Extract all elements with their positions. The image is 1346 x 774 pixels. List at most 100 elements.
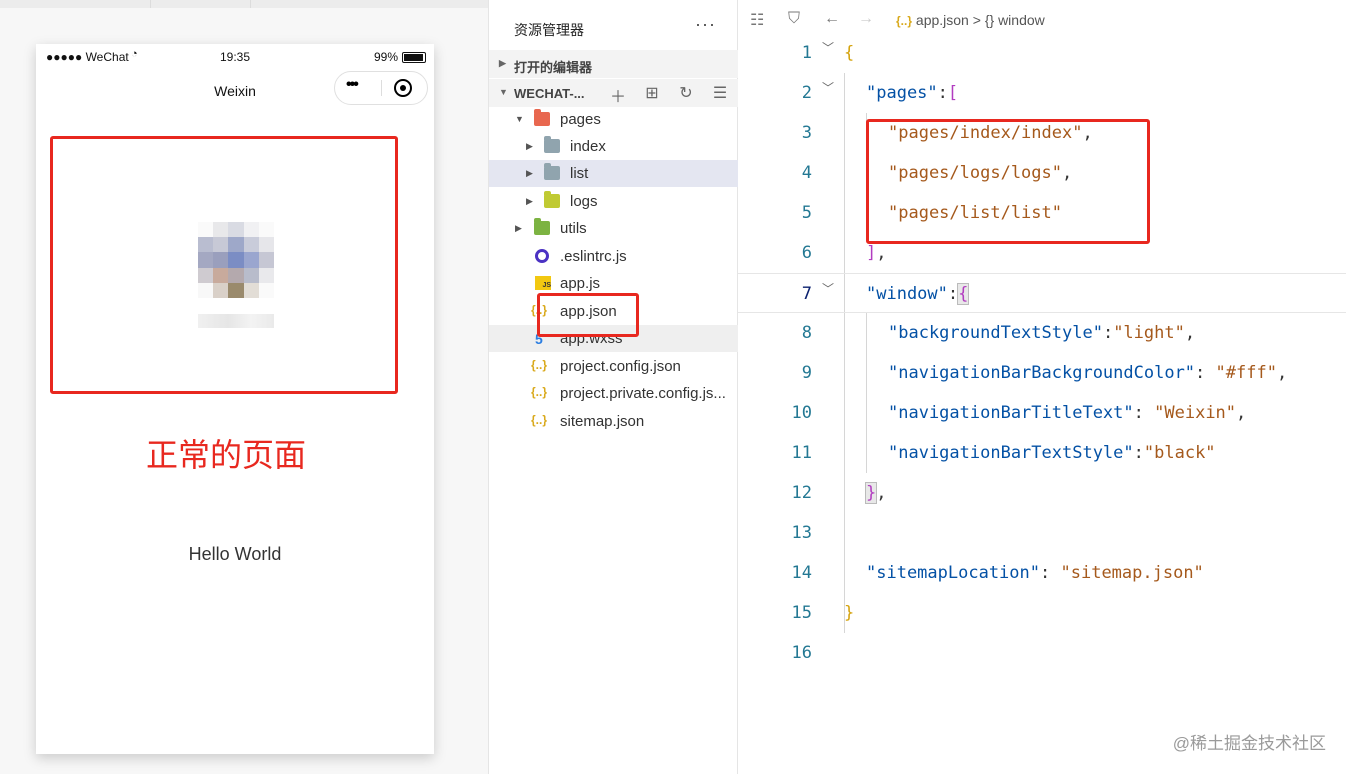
line-number: 16 (791, 643, 812, 663)
list-icon[interactable]: ☷ (750, 10, 764, 30)
code-line[interactable]: 13 (738, 513, 1346, 553)
line-number: 10 (791, 403, 812, 423)
annotation-box-pages (866, 119, 1150, 244)
avatar[interactable] (198, 222, 274, 298)
code-token: } (864, 482, 878, 504)
line-number: 5 (801, 203, 812, 223)
code-line[interactable]: 2 ﹀ "pages":[ (738, 73, 1346, 113)
breadcrumb-file[interactable]: app.json (916, 12, 969, 28)
json-value: "#fff" (1215, 363, 1277, 383)
code-line[interactable]: 8 "backgroundTextStyle":"light", (738, 313, 1346, 353)
chevron-right-icon: ▶ (515, 223, 522, 233)
tree-item-utils[interactable]: ▶ utils (489, 215, 739, 242)
chevron-right-icon: ▶ (526, 196, 533, 206)
json-key: "window" (866, 284, 948, 304)
back-arrow-icon[interactable]: ← (824, 10, 840, 28)
forward-arrow-icon[interactable]: → (858, 10, 874, 28)
tree-item-label: sitemap.json (560, 413, 645, 430)
tree-item-label: index (570, 138, 606, 155)
code-line[interactable]: 12 }, (738, 473, 1346, 513)
folder-icon (544, 191, 560, 208)
explorer-header: 资源管理器 ··· (489, 0, 739, 50)
code-token: { (844, 43, 855, 63)
tree-item-logs[interactable]: ▶ logs (489, 188, 739, 215)
line-number: 7 (801, 284, 812, 304)
tree-item-project-private-config[interactable]: {..} project.private.config.js... (489, 380, 739, 407)
json-file-icon: {..} (531, 413, 548, 427)
fold-chevron-icon[interactable]: ﹀ (822, 280, 834, 297)
code-line[interactable]: 11 "navigationBarTextStyle":"black" (738, 433, 1346, 473)
capsule-menu[interactable]: ••• (334, 71, 428, 105)
new-file-icon[interactable]: ＋ (607, 83, 629, 107)
code-token: , (876, 483, 887, 503)
status-bar: ●●●●● WeChat ◔ 19:35 99% (36, 44, 434, 70)
collapse-all-icon[interactable]: ☰ (709, 83, 731, 107)
status-time: 19:35 (220, 50, 251, 64)
line-number: 3 (801, 123, 812, 143)
code-token: ] (866, 243, 877, 263)
new-folder-icon[interactable]: ⊞ (641, 83, 663, 107)
json-key: "backgroundTextStyle" (888, 323, 1103, 343)
tree-item-label: project.config.json (560, 358, 681, 375)
code-line[interactable]: 9 "navigationBarBackgroundColor": "#fff"… (738, 353, 1346, 393)
watermark: @稀土掘金技术社区 (1172, 734, 1326, 753)
code-token: } (844, 603, 855, 623)
project-section[interactable]: ▼ WECHAT-... ＋ ⊞ ↻ ☰ (489, 79, 739, 107)
code-token: : (1195, 363, 1206, 383)
breadcrumb[interactable]: {..} app.json > {} window (896, 12, 1045, 28)
refresh-icon[interactable]: ↻ (675, 83, 697, 107)
tree-item-pages[interactable]: ▼ pages (489, 106, 739, 133)
open-editors-section[interactable]: ▶ 打开的编辑器 (489, 50, 739, 78)
code-line[interactable]: 15 } (738, 593, 1346, 633)
tree-item-project-config[interactable]: {..} project.config.json (489, 353, 739, 380)
bookmark-icon[interactable]: ⛉ (788, 10, 800, 28)
breadcrumb-separator: > (972, 12, 981, 28)
line-number: 6 (801, 243, 812, 263)
folder-icon (534, 218, 550, 235)
line-number: 4 (801, 163, 812, 183)
line-number: 2 (801, 83, 812, 103)
fold-chevron-icon[interactable]: ﹀ (822, 39, 834, 56)
tree-item-eslintrc[interactable]: .eslintrc.js (489, 243, 739, 270)
battery-icon (402, 51, 426, 63)
json-file-icon: {..} (531, 358, 548, 372)
line-number: 8 (801, 323, 812, 343)
json-value: "sitemap.json" (1060, 563, 1204, 583)
simulator-panel: ●●●●● WeChat ◔ 19:35 99% Weixin ••• 正常的页… (0, 0, 488, 774)
more-dots-icon[interactable]: ••• (346, 76, 359, 94)
tree-item-label: .eslintrc.js (560, 248, 627, 265)
code-line[interactable]: 1 ﹀ { (738, 33, 1346, 73)
navigation-bar: Weixin ••• (36, 70, 434, 110)
code-line[interactable]: 10 "navigationBarTitleText": "Weixin", (738, 393, 1346, 433)
tree-item-sitemap[interactable]: {..} sitemap.json (489, 408, 739, 435)
nickname-placeholder (198, 314, 274, 328)
tree-item-index[interactable]: ▶ index (489, 133, 739, 160)
json-key: "navigationBarTitleText" (888, 403, 1134, 423)
js-file-icon: JS (535, 276, 551, 290)
hello-text: Hello World (188, 544, 282, 564)
more-actions-icon[interactable]: ··· (695, 14, 716, 35)
line-number: 1 (801, 43, 812, 63)
simulator-toolbar-strip (0, 0, 488, 8)
code-line-current[interactable]: 7 ﹀ "window":{ (738, 273, 1346, 313)
close-target-icon[interactable] (394, 79, 412, 97)
code-line[interactable]: 16 (738, 633, 1346, 673)
chevron-right-icon: ▶ (526, 141, 533, 151)
code-token: { (957, 283, 970, 305)
eslint-icon (535, 249, 549, 263)
code-token: : (937, 83, 948, 103)
code-line[interactable]: 14 "sitemapLocation": "sitemap.json" (738, 553, 1346, 593)
chevron-right-icon: ▶ (526, 168, 533, 178)
tree-item-label: pages (560, 111, 601, 128)
capsule-divider (381, 80, 382, 96)
code-token: , (1276, 363, 1288, 383)
json-value: "black" (1143, 443, 1216, 463)
chevron-down-icon: ▼ (499, 87, 508, 97)
explorer-title: 资源管理器 (514, 22, 584, 38)
code-editor: ☷ ⛉ ← → {..} app.json > {} window 1 ﹀ { … (738, 0, 1346, 774)
code-token: : (1040, 563, 1051, 583)
breadcrumb-node[interactable]: window (998, 12, 1045, 28)
line-number: 12 (791, 483, 812, 503)
tree-item-list[interactable]: ▶ list (489, 160, 739, 187)
fold-chevron-icon[interactable]: ﹀ (822, 79, 834, 96)
